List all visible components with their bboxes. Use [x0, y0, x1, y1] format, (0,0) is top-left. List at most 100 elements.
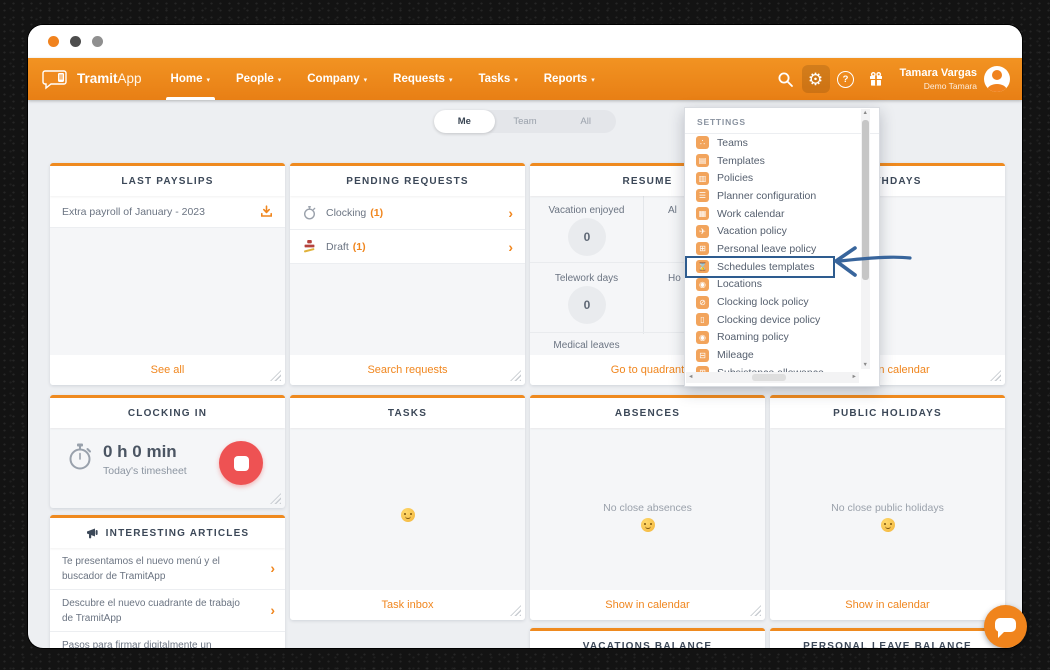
settings-item-vacation-policy[interactable]: ✈Vacation policy: [687, 222, 833, 240]
download-icon[interactable]: [260, 205, 273, 218]
dropdown-horizontal-scrollbar[interactable]: [686, 372, 859, 383]
tramitapp-logo[interactable]: TramitApp: [42, 67, 142, 91]
resume-label-medical: Medical leaves: [530, 340, 643, 351]
resume-value-vacation: 0: [568, 218, 606, 256]
show-in-calendar-link[interactable]: Show in calendar: [770, 590, 1005, 620]
main-menu: Home▾People▾Company▾Requests▾Tasks▾Repor…: [158, 58, 608, 100]
settings-item-schedules-templates[interactable]: ⌛Schedules templates: [687, 258, 833, 276]
stopwatch-icon: [66, 442, 94, 472]
window-titlebar: [28, 25, 1022, 58]
nav-item-home[interactable]: Home▾: [158, 58, 223, 100]
chevron-down-icon: ▾: [449, 76, 453, 84]
top-navbar: TramitApp Home▾People▾Company▾Requests▾T…: [28, 58, 1022, 100]
settings-item-mileage[interactable]: ⊟Mileage: [687, 346, 833, 364]
task-inbox-link[interactable]: Task inbox: [290, 590, 525, 620]
help-button[interactable]: [832, 65, 860, 93]
gift-icon: [868, 71, 884, 87]
toggle-all[interactable]: All: [555, 110, 616, 133]
resume-label-vacation: Vacation enjoyed: [530, 205, 643, 216]
nav-item-company[interactable]: Company▾: [294, 58, 380, 100]
search-button[interactable]: [772, 65, 800, 93]
card-last-payslips: LAST PAYSLIPS Extra payroll of January -…: [50, 163, 285, 385]
chat-widget-button[interactable]: [984, 605, 1027, 648]
resume-label-right2: Ho: [668, 273, 681, 284]
card-absences: ABSENCES No close absences Show in calen…: [530, 395, 765, 620]
window-control-minimize[interactable]: [70, 36, 81, 47]
chevron-right-icon: ›: [508, 205, 513, 221]
article-row[interactable]: Descubre el nuevo cuadrante de trabajo d…: [50, 590, 285, 632]
stop-icon: [234, 456, 249, 471]
stopwatch-icon: [302, 205, 317, 221]
article-row[interactable]: Te presentamos el nuevo menú y el buscad…: [50, 548, 285, 590]
scrollbar-thumb[interactable]: [862, 120, 869, 280]
chevron-down-icon: ▾: [364, 76, 368, 84]
nav-item-reports[interactable]: Reports▾: [531, 58, 608, 100]
settings-item-icon: ▯: [696, 313, 709, 326]
user-menu[interactable]: Tamara Vargas Demo Tamara: [900, 67, 977, 90]
absences-empty-text: No close absences: [530, 502, 765, 514]
pending-row-draft[interactable]: Draft (1) ›: [290, 230, 525, 264]
settings-item-policies[interactable]: ▥Policies: [687, 169, 833, 187]
settings-item-icon: ✈: [696, 225, 709, 238]
card-clocking-in: CLOCKING IN 0 h 0 min Today's timesheet: [50, 395, 285, 508]
dropdown-vertical-scrollbar[interactable]: [861, 109, 870, 369]
settings-item-icon: ▤: [696, 154, 709, 167]
window-control-close[interactable]: [48, 36, 59, 47]
scrollbar-thumb[interactable]: [752, 374, 786, 381]
settings-item-icon: ∴: [696, 136, 709, 149]
card-personal-leave-balance: PERSONAL LEAVE BALANCE: [770, 628, 1005, 648]
card-title: TASKS: [290, 398, 525, 428]
nav-item-people[interactable]: People▾: [223, 58, 294, 100]
card-title: ABSENCES: [530, 398, 765, 428]
settings-dropdown-title: SETTINGS: [685, 108, 879, 134]
help-icon: [837, 71, 854, 88]
whats-new-button[interactable]: [862, 65, 890, 93]
chevron-right-icon: ›: [270, 600, 275, 621]
clocked-subtitle: Today's timesheet: [103, 465, 187, 477]
card-tasks: TASKS Task inbox: [290, 395, 525, 620]
draft-stamp-icon: [302, 239, 317, 254]
nav-item-tasks[interactable]: Tasks▾: [465, 58, 530, 100]
settings-item-teams[interactable]: ∴Teams: [687, 134, 833, 152]
card-title: CLOCKING IN: [50, 398, 285, 428]
window-control-maximize[interactable]: [92, 36, 103, 47]
see-all-link[interactable]: See all: [50, 355, 285, 385]
toggle-team[interactable]: Team: [495, 110, 556, 133]
relieved-face-emoji: [881, 518, 895, 532]
settings-item-templates[interactable]: ▤Templates: [687, 152, 833, 170]
settings-button[interactable]: ⚙: [802, 65, 830, 93]
article-row[interactable]: Pasos para firmar digitalmente un docume…: [50, 632, 285, 648]
user-name: Tamara Vargas: [900, 67, 977, 80]
nav-item-requests[interactable]: Requests▾: [380, 58, 465, 100]
settings-item-locations[interactable]: ◉Locations: [687, 276, 833, 294]
settings-item-work-calendar[interactable]: ▦Work calendar: [687, 205, 833, 223]
settings-item-clocking-lock-policy[interactable]: ⊘Clocking lock policy: [687, 293, 833, 311]
card-title: INTERESTING ARTICLES: [106, 528, 250, 539]
settings-item-personal-leave-policy[interactable]: ⊞Personal leave policy: [687, 240, 833, 258]
relieved-face-emoji: [401, 508, 415, 522]
payslip-row[interactable]: Extra payroll of January - 2023: [50, 196, 285, 228]
resume-label-telework: Telework days: [530, 273, 643, 284]
settings-item-icon: ☰: [696, 189, 709, 202]
settings-item-roaming-policy[interactable]: ◉Roaming policy: [687, 329, 833, 347]
search-requests-link[interactable]: Search requests: [290, 355, 525, 385]
chevron-down-icon: ▾: [514, 76, 518, 84]
settings-item-planner-configuration[interactable]: ☰Planner configuration: [687, 187, 833, 205]
show-in-calendar-link[interactable]: Show in calendar: [530, 590, 765, 620]
resume-value-telework: 0: [568, 286, 606, 324]
resume-label-right1: Al: [668, 205, 677, 216]
toggle-me[interactable]: Me: [434, 110, 495, 133]
settings-item-icon: ▥: [696, 172, 709, 185]
search-icon: [777, 71, 794, 88]
avatar[interactable]: [984, 66, 1010, 92]
holidays-empty-text: No close public holidays: [770, 502, 1005, 514]
chevron-right-icon: ›: [270, 558, 275, 579]
settings-item-icon: ◉: [696, 278, 709, 291]
pending-row-clocking[interactable]: Clocking (1) ›: [290, 196, 525, 230]
settings-item-clocking-device-policy[interactable]: ▯Clocking device policy: [687, 311, 833, 329]
gear-icon: ⚙: [808, 71, 823, 88]
card-title: PUBLIC HOLIDAYS: [770, 398, 1005, 428]
speech-bubble-logo-icon: [42, 67, 72, 91]
stop-clocking-button[interactable]: [219, 441, 263, 485]
settings-item-icon: ⊟: [696, 349, 709, 362]
